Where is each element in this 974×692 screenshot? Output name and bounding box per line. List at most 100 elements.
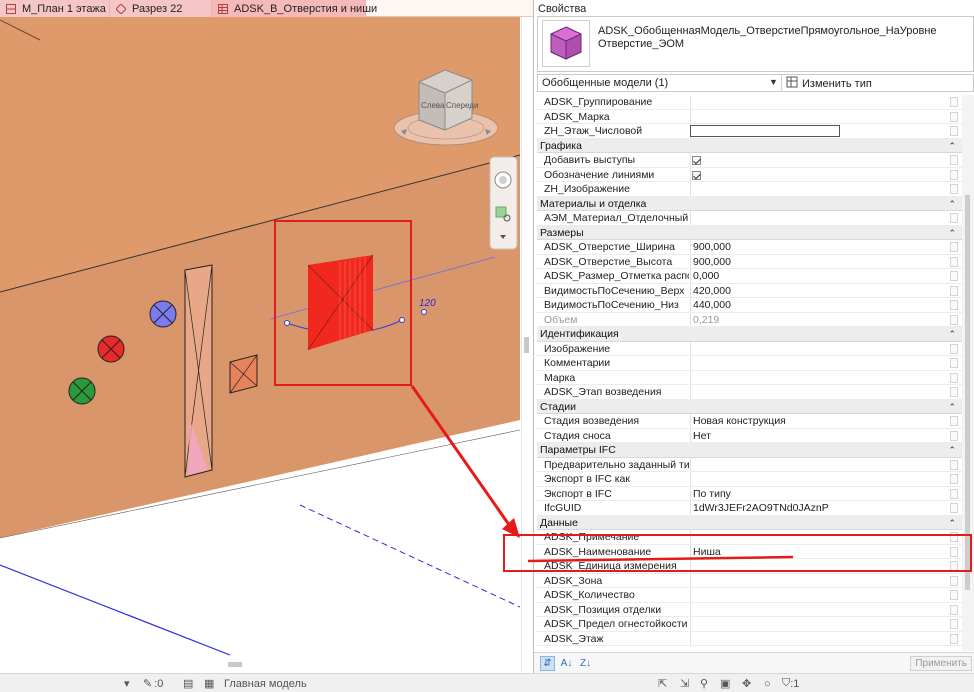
property-value[interactable] — [690, 573, 840, 588]
associate-parameter-button[interactable] — [950, 590, 958, 600]
viewport-vertical-scrollbar[interactable] — [521, 17, 531, 672]
chevron-down-icon[interactable]: ▼ — [769, 77, 778, 87]
property-value[interactable]: 440,000 — [690, 298, 840, 313]
property-row[interactable]: IfcGUID 1dWr3JEFr2AO9TNd0JAznP — [537, 501, 962, 516]
background-process-icon[interactable]: ○ — [764, 677, 771, 690]
property-value[interactable]: 420,000 — [690, 283, 840, 298]
property-value[interactable]: 900,000 — [690, 254, 840, 269]
property-value[interactable] — [690, 631, 840, 646]
property-row[interactable]: Добавить выступы — [537, 153, 962, 168]
associate-parameter-button[interactable] — [950, 300, 958, 310]
property-value[interactable] — [690, 559, 840, 574]
property-value[interactable] — [690, 530, 840, 545]
collapse-chevron-icon[interactable]: ⌃ — [948, 226, 956, 240]
sort-descending-button[interactable]: Z↓ — [578, 656, 593, 671]
property-row[interactable]: ADSK_Зона — [537, 573, 962, 588]
property-value[interactable] — [690, 457, 840, 472]
property-value[interactable]: По типу — [690, 486, 840, 501]
edit-type-button[interactable]: Изменить тип — [781, 75, 872, 92]
associate-parameter-button[interactable] — [950, 474, 958, 484]
tab-schedule-openings[interactable]: ADSK_В_Отверстия и ниши — [212, 0, 377, 17]
property-value[interactable] — [690, 341, 840, 356]
select-by-face-icon[interactable]: ▣ — [720, 677, 730, 690]
property-section[interactable]: Графика ⌃ — [537, 138, 962, 153]
property-row[interactable]: ZH_Этаж_Числовой — [537, 124, 962, 139]
scroll-thumb[interactable] — [965, 195, 970, 590]
associate-parameter-button[interactable] — [950, 126, 958, 136]
design-options-indicator[interactable]: ▤ — [183, 677, 193, 690]
collapse-chevron-icon[interactable]: ⌃ — [948, 139, 956, 153]
associate-parameter-button[interactable] — [950, 546, 958, 557]
property-row[interactable]: ADSK_Этап возведения — [537, 385, 962, 400]
property-section[interactable]: Материалы и отделка ⌃ — [537, 196, 962, 211]
associate-parameter-button[interactable] — [950, 256, 958, 267]
property-value[interactable] — [690, 109, 840, 124]
associate-parameter-button[interactable] — [950, 358, 958, 368]
select-underlay-icon[interactable]: ⇲ — [680, 677, 689, 690]
3d-viewport[interactable]: 120 Слева Спереди — [0, 17, 520, 672]
property-row[interactable]: ADSK_Единица измерения — [537, 559, 962, 574]
property-row[interactable]: ADSK_Предел огнестойкости э... — [537, 617, 962, 632]
property-value[interactable] — [690, 385, 840, 400]
collapse-chevron-icon[interactable]: ⌃ — [948, 197, 956, 211]
property-value[interactable]: 900,000 — [690, 240, 840, 255]
category-filter[interactable]: Обобщенные модели (1) ▼ Изменить тип — [537, 74, 974, 92]
property-row[interactable]: ВидимостьПоСечению_Низ 440,000 — [537, 298, 962, 313]
property-value[interactable] — [690, 182, 840, 197]
collapse-chevron-icon[interactable]: ⌃ — [948, 516, 956, 530]
select-pinned-icon[interactable]: ⚲ — [700, 677, 708, 690]
associate-parameter-button[interactable] — [950, 213, 958, 223]
scroll-grip[interactable] — [524, 337, 529, 353]
associate-parameter-button[interactable] — [950, 242, 958, 252]
filter-icon[interactable]: ⛉:1 — [782, 677, 799, 690]
associate-parameter-button[interactable] — [950, 488, 958, 499]
associate-parameter-button[interactable] — [950, 459, 958, 470]
sort-ascending-button[interactable]: A↓ — [559, 656, 574, 671]
property-row[interactable]: ADSK_Отверстие_Высота 900,000 — [537, 254, 962, 269]
associate-parameter-button[interactable] — [950, 155, 958, 165]
viewport-horizontal-scrollbar[interactable] — [228, 662, 242, 667]
property-value[interactable]: 1dWr3JEFr2AO9TNd0JAznP — [690, 501, 840, 516]
property-value[interactable] — [690, 602, 840, 617]
property-row[interactable]: Экспорт в IFC По типу — [537, 486, 962, 501]
design-options-menu[interactable]: ▦ — [204, 677, 214, 690]
property-value[interactable] — [690, 95, 840, 110]
model-selector[interactable]: Главная модель — [224, 677, 307, 690]
property-section[interactable]: Параметры IFC ⌃ — [537, 443, 962, 458]
property-row[interactable]: ADSK_Этаж — [537, 631, 962, 646]
tab-plan-floor-1[interactable]: М_План 1 этажа — [0, 0, 110, 17]
property-row[interactable]: Стадия сноса Нет — [537, 428, 962, 443]
associate-parameter-button[interactable] — [950, 430, 958, 441]
property-input[interactable] — [690, 125, 840, 137]
associate-parameter-button[interactable] — [950, 561, 958, 571]
properties-scrollbar[interactable] — [962, 95, 974, 651]
associate-parameter-button[interactable] — [950, 532, 958, 542]
property-section[interactable]: Стадии ⌃ — [537, 399, 962, 414]
associate-parameter-button[interactable] — [950, 285, 958, 296]
property-value[interactable] — [690, 153, 840, 168]
collapse-chevron-icon[interactable]: ⌃ — [948, 443, 956, 457]
property-row[interactable]: Изображение — [537, 341, 962, 356]
property-row[interactable]: ADSK_Позиция отделки — [537, 602, 962, 617]
property-row[interactable]: ADSK_Количество — [537, 588, 962, 603]
property-row[interactable]: ADSK_Отверстие_Ширина 900,000 — [537, 240, 962, 255]
select-links-icon[interactable]: ⇱ — [658, 677, 667, 690]
associate-parameter-button[interactable] — [950, 416, 958, 426]
property-row[interactable]: ADSK_Наименование Ниша — [537, 544, 962, 559]
checkbox-checked[interactable] — [692, 156, 701, 165]
property-row[interactable]: Комментарии — [537, 356, 962, 371]
property-section[interactable]: Данные ⌃ — [537, 515, 962, 530]
property-value[interactable] — [690, 617, 840, 632]
associate-parameter-button[interactable] — [950, 633, 958, 644]
associate-parameter-button[interactable] — [950, 619, 958, 629]
associate-parameter-button[interactable] — [950, 169, 958, 180]
associate-parameter-button[interactable] — [950, 111, 958, 122]
property-section[interactable]: Размеры ⌃ — [537, 225, 962, 240]
property-value[interactable] — [690, 356, 840, 371]
property-value[interactable] — [690, 167, 840, 182]
associate-parameter-button[interactable] — [950, 372, 958, 383]
property-row[interactable]: Марка — [537, 370, 962, 385]
type-selector[interactable]: ADSK_ОбобщеннаяМодель_ОтверстиеПрямоугол… — [537, 16, 974, 72]
associate-parameter-button[interactable] — [950, 387, 958, 397]
apply-button[interactable]: Применить — [910, 656, 972, 671]
